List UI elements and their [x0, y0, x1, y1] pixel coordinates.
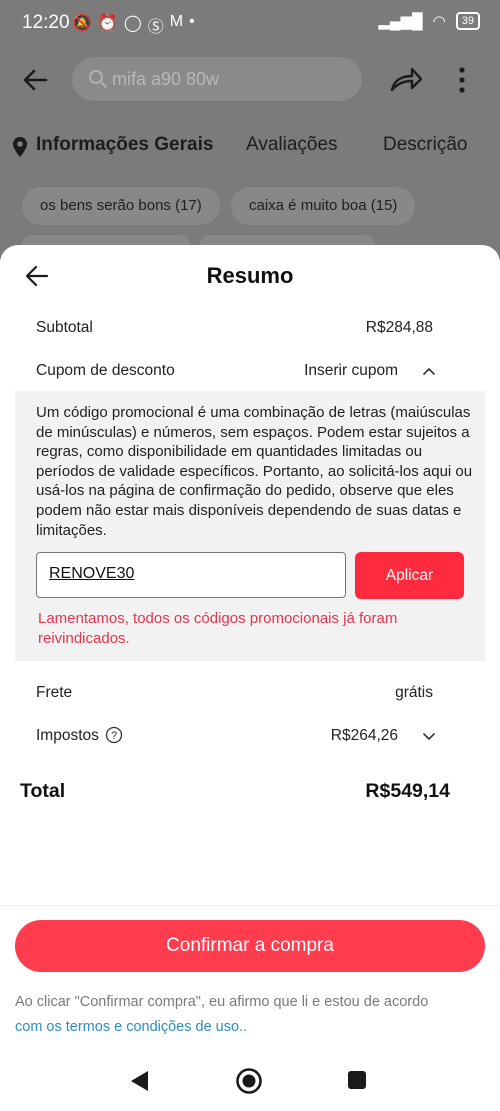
apply-button[interactable]: Aplicar [355, 552, 464, 599]
promo-info-text: Um código promocional é uma combinação d… [36, 404, 473, 539]
search-text: mifa a90 80w [112, 69, 220, 89]
coupon-input[interactable] [49, 565, 329, 583]
svg-text:?: ? [111, 730, 117, 742]
terms-text: Ao clicar "Confirmar compra", eu afirmo … [15, 990, 485, 1040]
battery-icon: 39 [455, 12, 480, 30]
taxes-label: Impostos [36, 727, 99, 744]
whatsapp-icon: ◯ [123, 15, 142, 32]
shipping-value: grátis [395, 684, 433, 701]
gmail-icon: M [169, 13, 184, 30]
nav-recents-icon[interactable] [347, 1070, 367, 1090]
back-arrow-icon[interactable] [20, 64, 52, 96]
total-value: R$549,14 [365, 780, 450, 802]
chevron-up-icon[interactable] [422, 366, 436, 376]
coupon-row[interactable]: Cupom de desconto Inserir cupom [36, 362, 436, 380]
tab-avaliacoes[interactable]: Avaliações [246, 134, 338, 156]
mute-icon: 🔕 [72, 15, 92, 32]
subtotal-row: Subtotal R$284,88 [36, 319, 436, 337]
more-options-icon[interactable] [450, 64, 474, 96]
product-tabs: Informações Gerais Avaliações Descrição [0, 120, 500, 172]
status-bar: 12:20 🔕 ⏰ ◯ Ⓢ M • ▂▄▆█ ◠ 39 [0, 0, 500, 46]
chevron-down-icon[interactable] [422, 732, 436, 742]
taxes-row[interactable]: Impostos ? R$264,26 [36, 726, 436, 745]
review-chip[interactable]: caixa é muito boa (15) [231, 187, 416, 225]
status-time: 12:20 [22, 12, 70, 33]
wifi-icon: ◠ [432, 13, 446, 30]
divider [0, 905, 500, 906]
confirm-purchase-button[interactable]: Confirmar a compra [15, 920, 485, 972]
total-label: Total [20, 780, 66, 802]
search-icon [89, 70, 107, 88]
search-bar[interactable]: mifa a90 80w [72, 57, 362, 101]
nav-back-icon[interactable] [128, 1069, 150, 1093]
shipping-label: Frete [36, 684, 73, 701]
promo-code-panel: Um código promocional é uma combinação d… [15, 391, 485, 661]
dollar-icon: Ⓢ [147, 19, 164, 36]
dot-icon: • [189, 13, 195, 30]
review-chip[interactable]: os bens serão bons (17) [22, 187, 220, 225]
summary-sheet: Resumo Subtotal R$284,88 Cupom de descon… [0, 245, 500, 1111]
subtotal-label: Subtotal [36, 319, 93, 336]
share-icon[interactable] [388, 64, 424, 96]
insert-coupon-link[interactable]: Inserir cupom [304, 362, 398, 380]
nav-home-icon[interactable] [235, 1067, 263, 1095]
terms-link[interactable]: com os termos e condições de uso.. [15, 1019, 247, 1035]
alarm-icon: ⏰ [97, 15, 118, 32]
terms-statement: Ao clicar "Confirmar compra", eu afirmo … [15, 994, 429, 1010]
subtotal-value: R$284,88 [365, 319, 433, 336]
help-icon[interactable]: ? [105, 726, 123, 744]
shipping-row: Frete grátis [36, 684, 436, 702]
coupon-label: Cupom de desconto [36, 362, 175, 379]
signal-icon: ▂▄▆█ [378, 13, 423, 30]
promo-error-message: Lamentamos, todos os códigos promocionai… [38, 610, 398, 647]
location-pin-icon [13, 137, 27, 157]
coupon-field[interactable] [36, 552, 346, 598]
taxes-value: R$264,26 [330, 727, 398, 744]
system-nav-bar [0, 1057, 500, 1107]
tab-descricao[interactable]: Descrição [383, 134, 467, 156]
sheet-title: Resumo [206, 263, 294, 288]
tab-informacoes-gerais[interactable]: Informações Gerais [36, 134, 213, 156]
